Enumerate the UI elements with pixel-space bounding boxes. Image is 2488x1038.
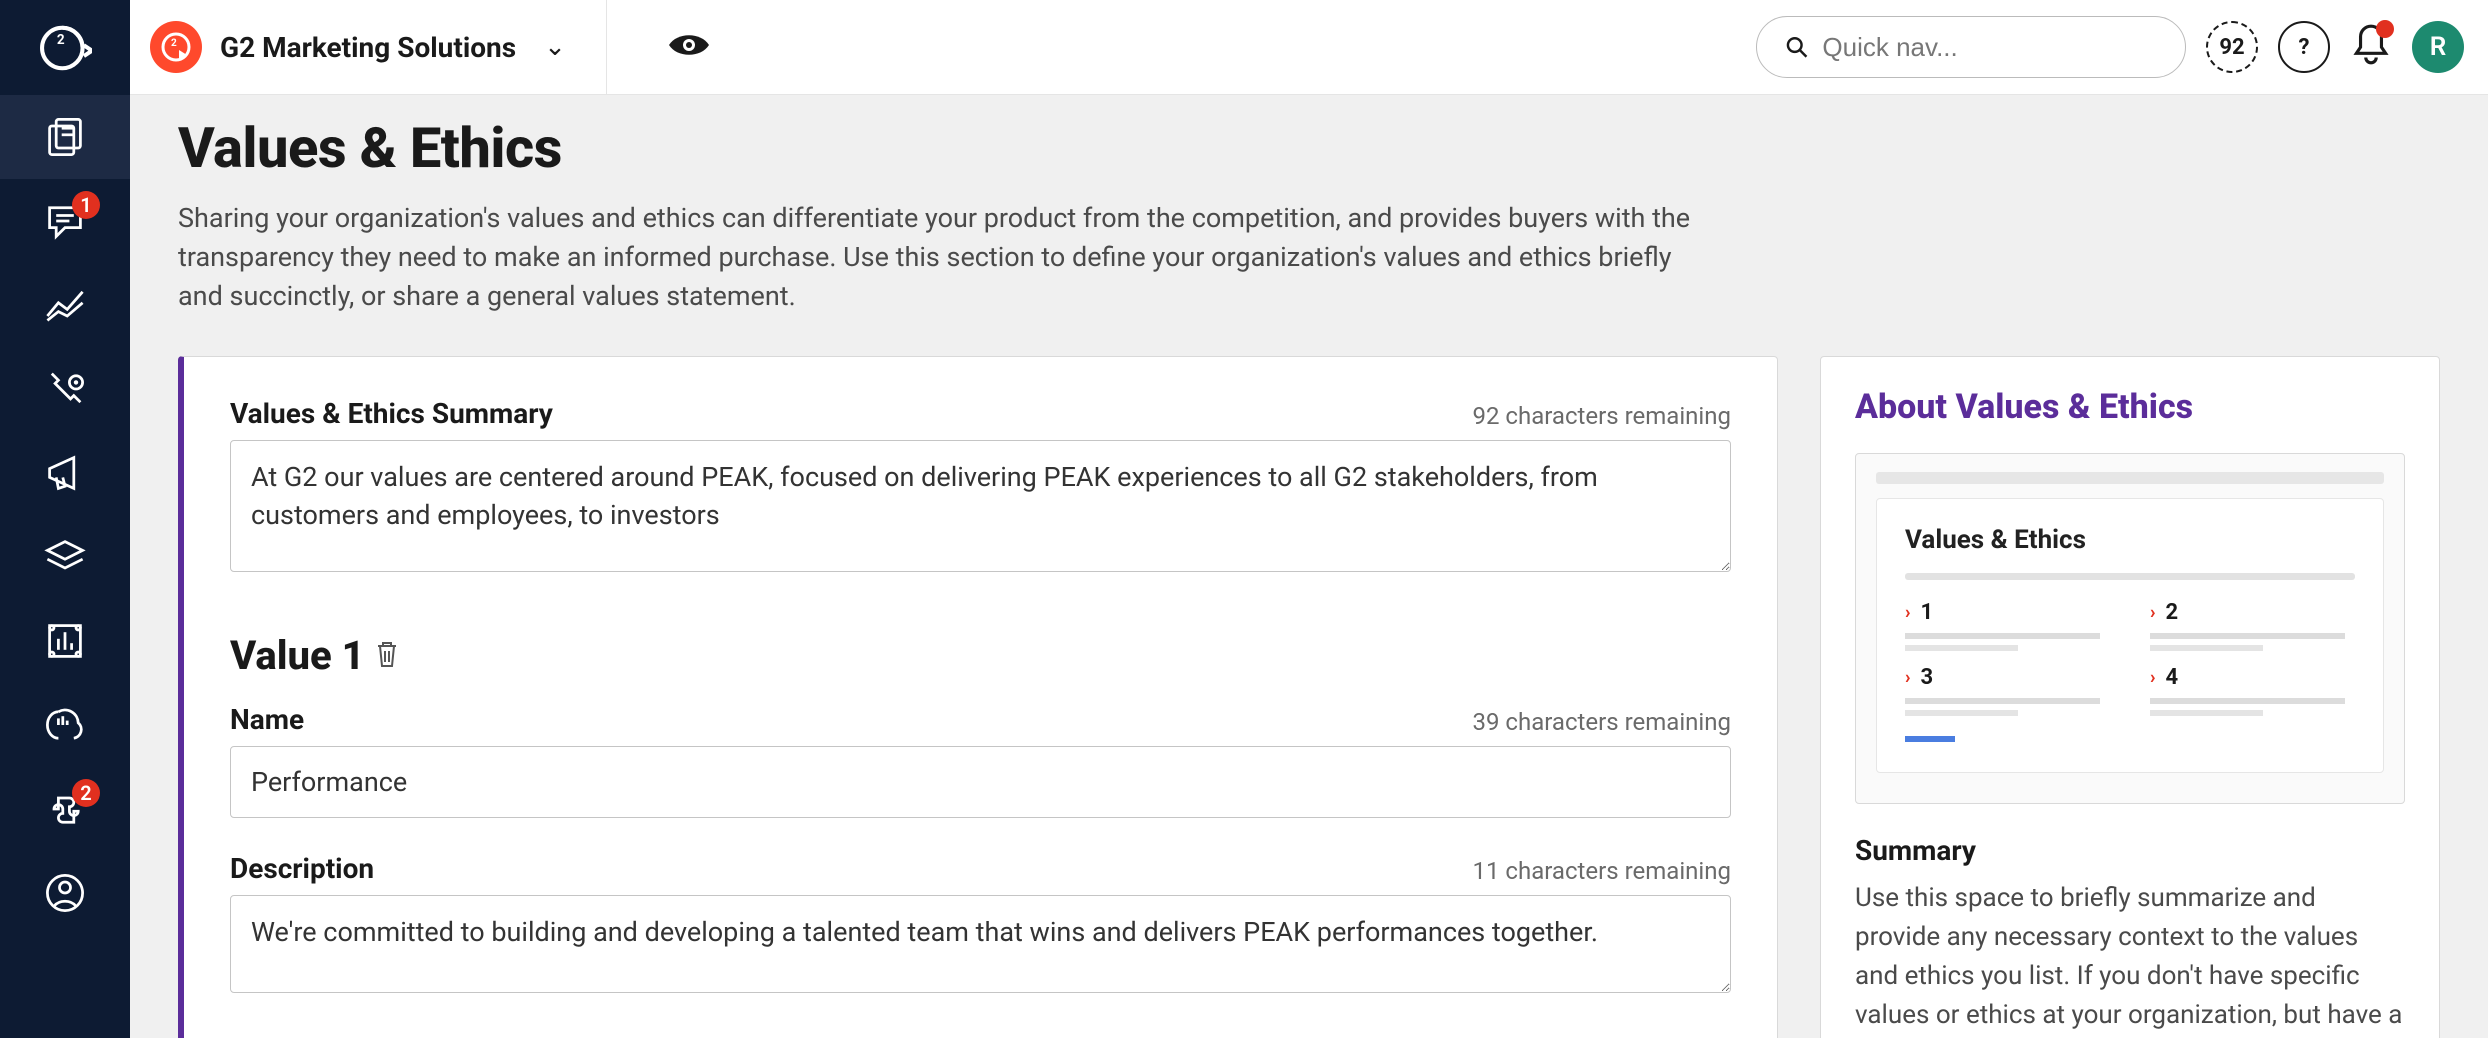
question-icon: ?	[2299, 35, 2310, 60]
value-desc-remaining: 11 characters remaining	[1473, 857, 1732, 885]
nav-integrations-badge: 2	[72, 779, 100, 807]
preview-toggle[interactable]	[627, 30, 751, 64]
nav-reviews-badge: 1	[72, 191, 100, 219]
user-avatar[interactable]: R	[2412, 21, 2464, 73]
nav-ai[interactable]	[0, 683, 130, 767]
notifications-button[interactable]	[2350, 22, 2392, 72]
value-desc-textarea[interactable]	[230, 895, 1731, 993]
preview-item: ›1	[1905, 600, 2110, 651]
nav-reports[interactable]	[0, 599, 130, 683]
quick-nav-input[interactable]	[1822, 32, 2157, 63]
nav-rail: 2 1	[0, 0, 130, 1038]
trash-icon	[375, 640, 399, 668]
summary-remaining: 92 characters remaining	[1473, 402, 1732, 430]
nav-pages[interactable]	[0, 95, 130, 179]
product-name: G2 Marketing Solutions	[220, 31, 516, 64]
g2-logo[interactable]: 2	[0, 0, 130, 95]
eye-icon	[667, 30, 711, 60]
quick-nav-search[interactable]	[1756, 16, 2186, 78]
preview-item: ›2	[2150, 600, 2355, 651]
value-name-remaining: 39 characters remaining	[1473, 708, 1732, 736]
page-title: Values & Ethics	[178, 115, 2440, 181]
about-panel: About Values & Ethics Values & Ethics ›1	[1820, 356, 2440, 1038]
help-button[interactable]: ?	[2278, 21, 2330, 73]
about-title: About Values & Ethics	[1855, 387, 2405, 427]
nav-buyer-intent[interactable]	[0, 347, 130, 431]
topbar: 2 G2 Marketing Solutions ⌄	[130, 0, 2488, 95]
preview-heading: Values & Ethics	[1905, 525, 2355, 555]
value-1-heading: Value 1	[230, 632, 365, 679]
nav-analytics[interactable]	[0, 263, 130, 347]
score-badge[interactable]: 92	[2206, 21, 2258, 73]
value-desc-label: Description	[230, 852, 374, 885]
preview-thumbnail: Values & Ethics ›1 ›2	[1855, 453, 2405, 804]
values-form-panel: Values & Ethics Summary 92 characters re…	[178, 356, 1778, 1038]
product-switcher[interactable]: 2 G2 Marketing Solutions ⌄	[130, 0, 607, 95]
search-icon	[1785, 34, 1808, 60]
page-description: Sharing your organization's values and e…	[178, 199, 1698, 316]
nav-content[interactable]	[0, 515, 130, 599]
value-name-input[interactable]	[230, 746, 1731, 818]
svg-text:2: 2	[57, 31, 65, 47]
svg-text:2: 2	[171, 38, 177, 49]
preview-item: ›3	[1905, 665, 2110, 716]
summary-label: Values & Ethics Summary	[230, 397, 553, 430]
product-logo: 2	[150, 21, 202, 73]
about-summary-text: Use this space to briefly summarize and …	[1855, 879, 2405, 1038]
chevron-down-icon: ⌄	[544, 32, 566, 62]
nav-reviews[interactable]: 1	[0, 179, 130, 263]
value-name-label: Name	[230, 703, 304, 736]
about-summary-label: Summary	[1855, 834, 2405, 867]
nav-integrations[interactable]: 2	[0, 767, 130, 851]
notification-dot	[2376, 20, 2394, 38]
summary-textarea[interactable]	[230, 440, 1731, 572]
nav-campaigns[interactable]	[0, 431, 130, 515]
preview-item: ›4	[2150, 665, 2355, 716]
nav-account[interactable]	[0, 851, 130, 935]
delete-value-button[interactable]	[375, 640, 399, 672]
